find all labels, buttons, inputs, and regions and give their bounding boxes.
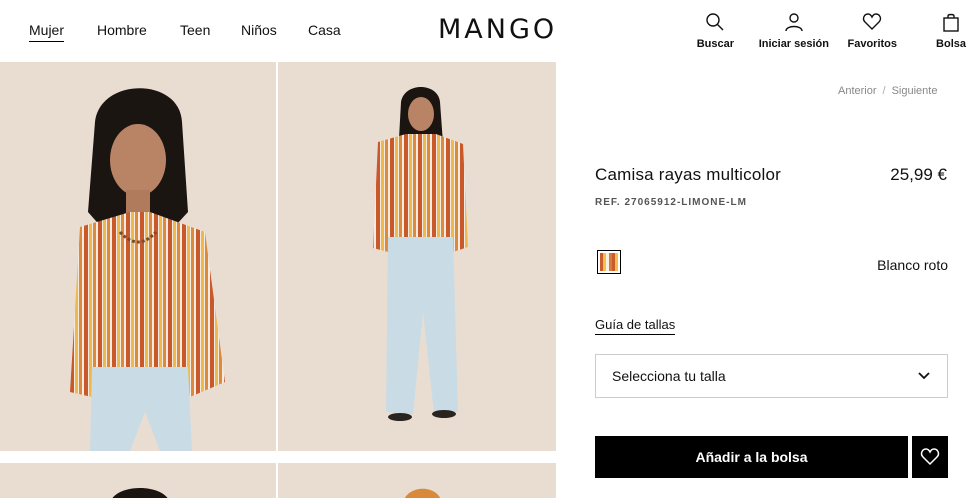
model-image <box>373 87 468 421</box>
size-select[interactable]: Selecciona tu talla <box>595 354 948 398</box>
color-swatch[interactable] <box>597 250 621 274</box>
fabric-image <box>404 488 441 498</box>
nav-item-ninos[interactable]: Niños <box>241 22 277 38</box>
nav-item-mujer[interactable]: Mujer <box>29 22 65 42</box>
heart-icon <box>920 448 940 466</box>
add-to-favorites-button[interactable] <box>912 436 948 478</box>
color-name: Blanco roto <box>877 257 948 273</box>
site-header: Mujer Hombre Teen Niños Casa MANGO Busca… <box>0 0 977 62</box>
login-button[interactable]: Iniciar sesión <box>759 12 829 50</box>
login-label: Iniciar sesión <box>758 38 829 50</box>
model-image <box>70 88 225 451</box>
product-price: 25,99 € <box>890 165 947 184</box>
nav-item-casa[interactable]: Casa <box>308 22 341 38</box>
chevron-down-icon <box>918 372 930 380</box>
product-pager: Anterior / Siguiente <box>838 85 937 97</box>
favorites-label: Favoritos <box>847 38 897 50</box>
nav-item-teen[interactable]: Teen <box>180 22 210 38</box>
favorites-button[interactable]: Favoritos <box>847 12 897 50</box>
bag-label: Bolsa <box>936 38 966 50</box>
product-photo-full[interactable] <box>278 62 556 451</box>
add-to-bag-button[interactable]: Añadir a la bolsa <box>595 436 908 478</box>
search-icon <box>706 13 724 31</box>
size-guide-link[interactable]: Guía de tallas <box>595 317 676 335</box>
product-photo-thumb-4[interactable] <box>278 463 556 498</box>
product-gallery <box>0 62 556 498</box>
bag-button[interactable]: Bolsa <box>936 12 966 50</box>
search-label: Buscar <box>696 38 734 50</box>
search-button[interactable]: Buscar <box>697 12 734 50</box>
bag-icon <box>943 13 959 32</box>
brand-logo[interactable]: MANGO <box>438 14 557 45</box>
swatch-pattern <box>600 253 618 271</box>
heart-icon <box>863 13 882 30</box>
pager-separator: / <box>882 85 886 97</box>
product-photo-closeup[interactable] <box>0 62 276 451</box>
model-image <box>112 488 168 498</box>
product-photo-thumb-3[interactable] <box>0 463 276 498</box>
product-reference: REF. 27065912-LIMONE-LM <box>595 197 747 208</box>
size-select-label: Selecciona tu talla <box>612 368 726 384</box>
next-link[interactable]: Siguiente <box>892 85 938 97</box>
previous-link[interactable]: Anterior <box>838 85 877 97</box>
product-title: Camisa rayas multicolor <box>595 165 781 184</box>
user-icon <box>785 13 803 32</box>
nav-item-hombre[interactable]: Hombre <box>97 22 147 38</box>
